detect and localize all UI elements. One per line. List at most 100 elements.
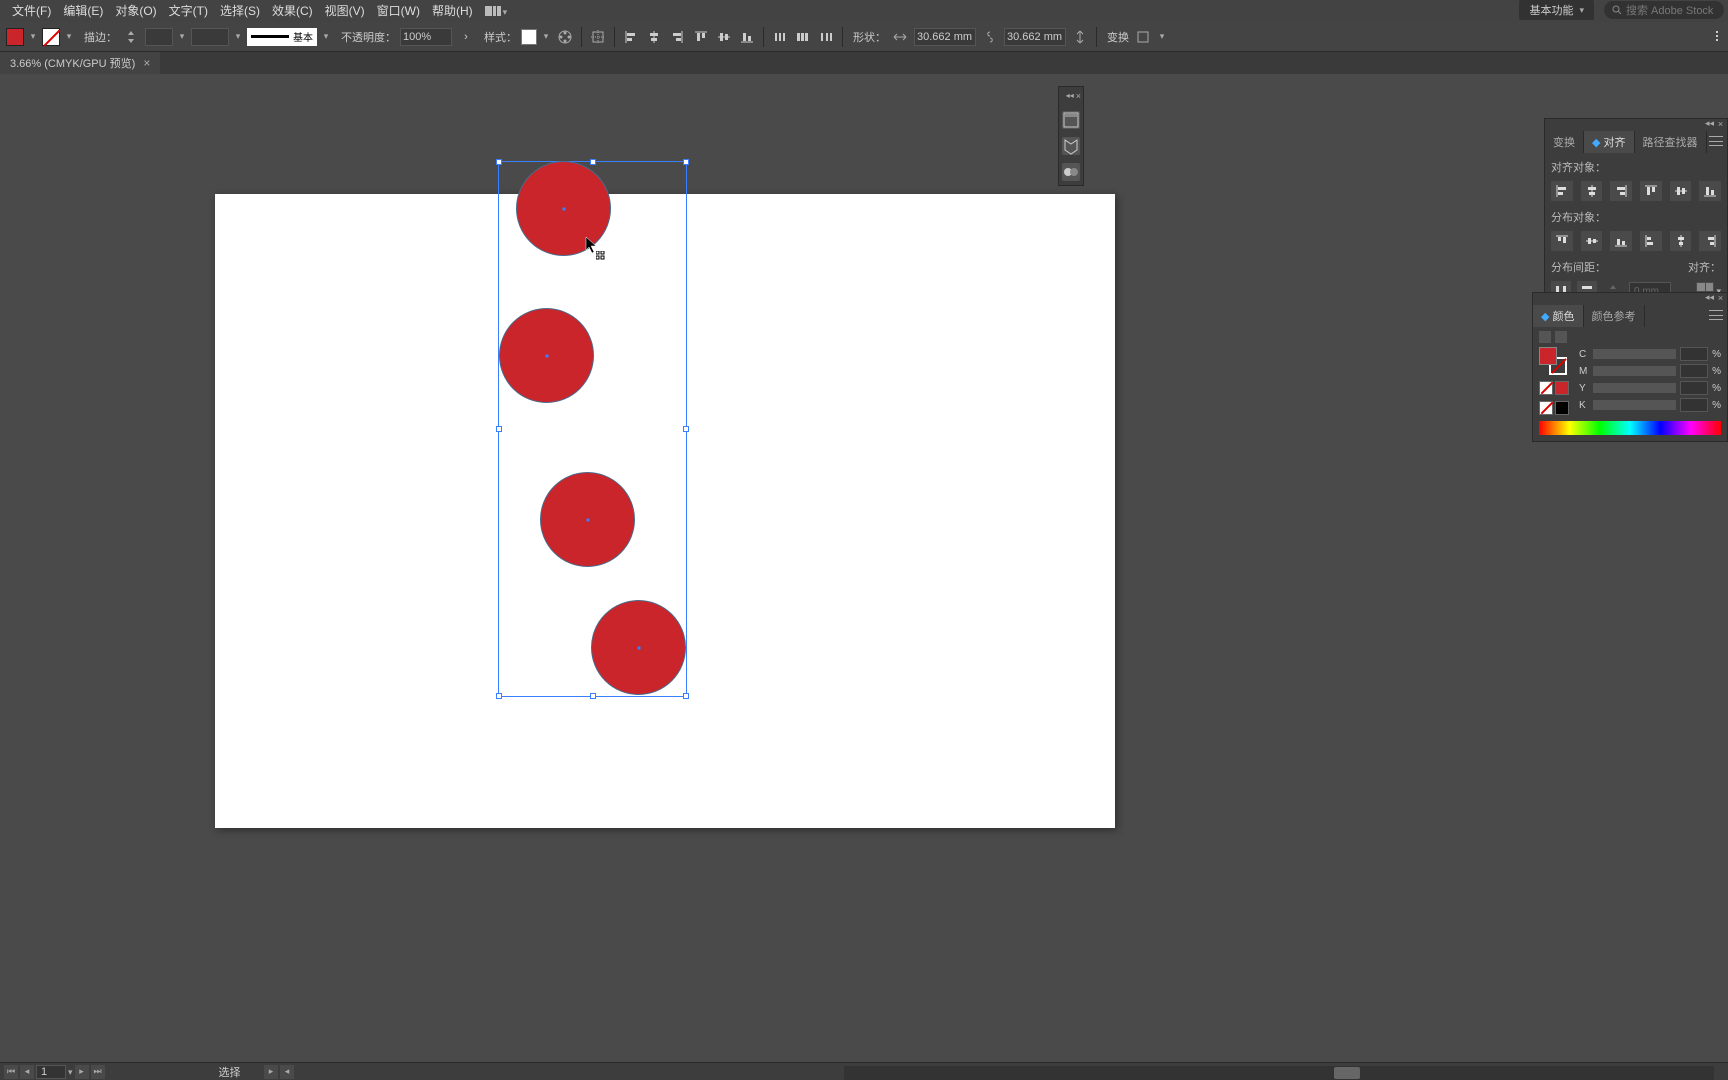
menu-text[interactable]: 文字(T) <box>163 0 214 22</box>
handle-se[interactable] <box>683 693 689 699</box>
next-page-btn[interactable]: ▸ <box>75 1065 89 1079</box>
black-chip[interactable] <box>1555 401 1569 415</box>
handle-s[interactable] <box>590 693 596 699</box>
close-icon[interactable]: × <box>143 56 150 70</box>
tab-pathfinder[interactable]: 路径查找器 <box>1635 131 1707 153</box>
handle-e[interactable] <box>683 426 689 432</box>
align-left-btn[interactable] <box>1551 181 1573 201</box>
none-color-chip2[interactable] <box>1539 401 1553 415</box>
menu-view[interactable]: 视图(V) <box>319 0 371 22</box>
color-spectrum[interactable] <box>1539 421 1721 435</box>
align-vcenter-btn[interactable] <box>1670 181 1692 201</box>
align-hcenter-icon[interactable] <box>644 27 664 47</box>
page-input[interactable]: 1 <box>36 1065 66 1079</box>
menu-select[interactable]: 选择(S) <box>214 0 266 22</box>
recolor-icon[interactable] <box>555 27 575 47</box>
dist-h1-icon[interactable] <box>770 27 790 47</box>
close-panel-icon[interactable]: × <box>1716 119 1725 128</box>
sb-expand-icon[interactable]: ▸ <box>264 1065 278 1079</box>
menu-help[interactable]: 帮助(H) <box>426 0 479 22</box>
canvas-area[interactable]: ◂◂ × <box>0 74 1728 1062</box>
prev-page-btn[interactable]: ◂ <box>20 1065 34 1079</box>
sb-scroll-left-icon[interactable]: ◂ <box>280 1065 294 1079</box>
stroke-weight-input[interactable] <box>145 28 173 46</box>
k-value[interactable] <box>1680 398 1708 412</box>
menu-effect[interactable]: 效果(C) <box>266 0 319 22</box>
link-wh-icon[interactable] <box>980 27 1000 47</box>
fill-stroke-proxy[interactable] <box>1539 347 1567 375</box>
brush-select[interactable]: 基本 <box>247 28 317 46</box>
libraries-panel-icon[interactable] <box>1062 137 1080 155</box>
handle-w[interactable] <box>496 426 502 432</box>
m-slider[interactable] <box>1593 366 1676 376</box>
dist-top-btn[interactable] <box>1551 231 1573 251</box>
tab-align[interactable]: ◆ 对齐 <box>1584 131 1635 153</box>
stroke-weight-stepper[interactable] <box>121 27 141 47</box>
tab-transform[interactable]: 变换 <box>1545 131 1584 153</box>
k-slider[interactable] <box>1593 400 1676 410</box>
menu-window[interactable]: 窗口(W) <box>371 0 426 22</box>
opacity-field[interactable]: 100% <box>400 28 452 46</box>
y-value[interactable] <box>1680 381 1708 395</box>
first-page-btn[interactable]: ⏮ <box>4 1065 18 1079</box>
align-left-icon[interactable] <box>621 27 641 47</box>
collapse-icon[interactable]: ◂◂ <box>1705 293 1714 302</box>
align-vcenter-icon[interactable] <box>714 27 734 47</box>
stroke-weight-drop-icon[interactable] <box>177 32 187 42</box>
var-width-drop-icon[interactable] <box>233 32 243 42</box>
align-to-pixel-icon[interactable] <box>588 27 608 47</box>
menu-edit[interactable]: 编辑(E) <box>57 0 109 22</box>
circle-4[interactable] <box>591 600 686 695</box>
fill-proxy[interactable] <box>1539 347 1557 365</box>
menu-object[interactable]: 对象(O) <box>109 0 162 22</box>
handle-nw[interactable] <box>496 159 502 165</box>
page-drop-icon[interactable] <box>68 1066 73 1078</box>
align-bottom-icon[interactable] <box>737 27 757 47</box>
dist-h2-icon[interactable] <box>793 27 813 47</box>
shape-width-field[interactable]: 30.662 mm <box>914 28 976 46</box>
brush-drop-icon[interactable] <box>321 32 331 42</box>
transform-drop-icon[interactable] <box>1157 32 1167 42</box>
dist-h3-icon[interactable] <box>816 27 836 47</box>
optbar-overflow-icon[interactable] <box>1716 29 1724 46</box>
arrange-docs-icon[interactable] <box>479 0 514 22</box>
expand-icon[interactable]: ◂◂ <box>1066 91 1074 103</box>
align-top-btn[interactable] <box>1640 181 1662 201</box>
dist-hcenter-btn[interactable] <box>1670 231 1692 251</box>
close-strip-icon[interactable]: × <box>1076 91 1081 103</box>
stroke-swatch[interactable] <box>42 28 60 46</box>
symbols-panel-icon[interactable] <box>1062 163 1080 181</box>
h-scrollbar[interactable] <box>844 1066 1714 1080</box>
workspace-switcher[interactable]: 基本功能 <box>1519 0 1594 20</box>
swap-icon[interactable] <box>1555 331 1567 343</box>
align-right-btn[interactable] <box>1610 181 1632 201</box>
close-panel-icon[interactable]: × <box>1716 293 1725 302</box>
shape-height-field[interactable]: 30.662 mm <box>1004 28 1066 46</box>
m-value[interactable] <box>1680 364 1708 378</box>
var-width-input[interactable] <box>191 28 229 46</box>
stock-search[interactable]: 搜索 Adobe Stock <box>1604 1 1724 19</box>
dist-left-btn[interactable] <box>1640 231 1662 251</box>
align-hcenter-btn[interactable] <box>1581 181 1603 201</box>
panel-menu-icon[interactable] <box>1709 310 1723 320</box>
collapse-icon[interactable]: ◂◂ <box>1705 119 1714 128</box>
transform-panel-icon[interactable] <box>1133 27 1153 47</box>
fill-dropdown-icon[interactable] <box>28 32 38 42</box>
handle-ne[interactable] <box>683 159 689 165</box>
panel-menu-icon[interactable] <box>1709 136 1723 146</box>
eyedropper-icon[interactable] <box>1539 331 1551 343</box>
circle-3[interactable] <box>540 472 635 567</box>
y-slider[interactable] <box>1593 383 1676 393</box>
document-tab[interactable]: 3.66% (CMYK/GPU 预览) × <box>0 52 160 74</box>
tab-color[interactable]: ◆ 颜色 <box>1533 305 1584 327</box>
none-color-chip[interactable] <box>1539 381 1553 395</box>
circle-2[interactable] <box>499 308 594 403</box>
last-fill-chip[interactable] <box>1555 381 1569 395</box>
fill-swatch[interactable] <box>6 28 24 46</box>
align-right-icon[interactable] <box>667 27 687 47</box>
handle-n[interactable] <box>590 159 596 165</box>
c-slider[interactable] <box>1593 349 1676 359</box>
opacity-expand-icon[interactable]: › <box>456 27 476 47</box>
c-value[interactable] <box>1680 347 1708 361</box>
align-bottom-btn[interactable] <box>1699 181 1721 201</box>
